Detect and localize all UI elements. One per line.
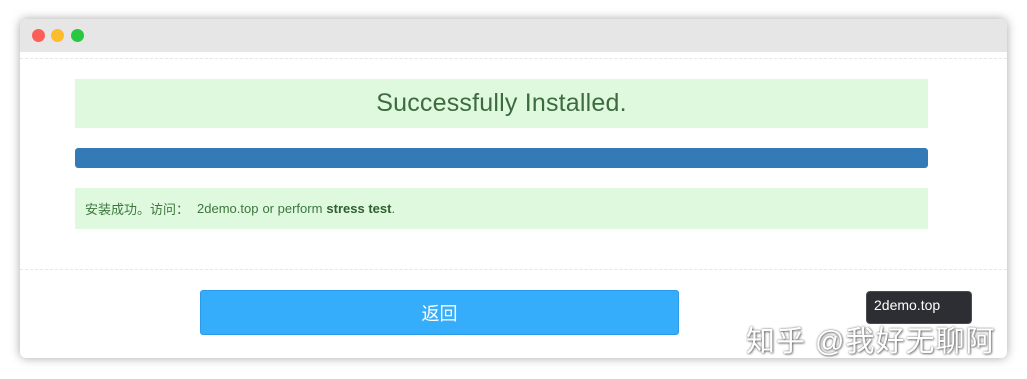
close-dot-icon[interactable]: [32, 29, 45, 42]
install-progress-bar: [75, 148, 928, 168]
info-link[interactable]: 2demo.top: [197, 201, 258, 216]
info-middle: or perform: [262, 201, 323, 216]
back-button[interactable]: 返回: [200, 290, 679, 335]
success-banner: Successfully Installed.: [75, 79, 928, 128]
divider-top: [20, 58, 1007, 59]
window-titlebar: [20, 19, 1007, 52]
watermark-text: 知乎 @我好无聊阿: [746, 326, 996, 358]
divider-bottom: [20, 269, 1007, 270]
minimize-dot-icon[interactable]: [51, 29, 64, 42]
install-info-box: 安装成功。访问： 2demo.top or perform stress tes…: [75, 188, 928, 229]
success-title: Successfully Installed.: [376, 89, 627, 117]
screenshot-stage: Successfully Installed. 安装成功。访问： 2demo.t…: [0, 0, 1027, 379]
browser-window: Successfully Installed. 安装成功。访问： 2demo.t…: [20, 19, 1007, 358]
progress-fill: [75, 148, 928, 168]
info-prefix: 安装成功。访问：: [85, 202, 190, 217]
info-suffix: .: [391, 201, 396, 216]
stress-test-link[interactable]: stress test: [326, 201, 391, 216]
maximize-dot-icon[interactable]: [71, 29, 84, 42]
